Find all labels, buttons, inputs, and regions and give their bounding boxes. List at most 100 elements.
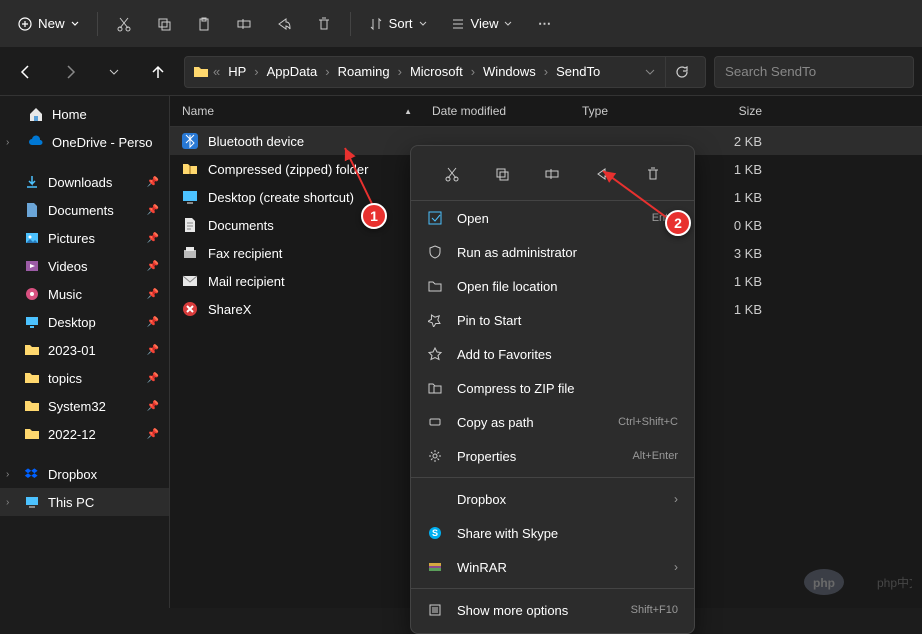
path-icon — [427, 414, 443, 430]
share-button[interactable] — [266, 6, 302, 42]
sidebar-thispc[interactable]: ›This PC — [0, 488, 169, 516]
sidebar-dropbox[interactable]: ›Dropbox — [0, 460, 169, 488]
copy-button[interactable] — [486, 158, 518, 190]
sidebar-item-videos[interactable]: Videos📌 — [0, 252, 169, 280]
new-button[interactable]: New — [8, 10, 89, 37]
recent-button[interactable] — [96, 54, 132, 90]
sidebar-item-documents[interactable]: Documents📌 — [0, 196, 169, 224]
sidebar: Home › OneDrive - Perso Downloads📌 Docum… — [0, 96, 170, 608]
column-type[interactable]: Type — [582, 104, 702, 118]
sharex-icon — [182, 301, 198, 317]
column-date[interactable]: Date modified — [432, 104, 582, 118]
chevron-right-icon[interactable]: › — [6, 497, 9, 508]
cut-button[interactable] — [106, 6, 142, 42]
delete-button[interactable] — [306, 6, 342, 42]
column-headers: Name▲ Date modified Type Size — [170, 96, 922, 127]
chevron-right-icon[interactable]: › — [6, 469, 9, 480]
open-icon — [427, 210, 443, 226]
sort-button[interactable]: Sort — [359, 10, 437, 37]
more-icon — [427, 602, 443, 618]
sidebar-home[interactable]: Home — [0, 100, 169, 128]
search-box[interactable] — [714, 56, 914, 88]
menu-compress-zip[interactable]: Compress to ZIP file — [411, 371, 694, 405]
separator — [411, 588, 694, 589]
cloud-icon — [28, 134, 44, 150]
menu-show-more[interactable]: Show more optionsShift+F10 — [411, 593, 694, 627]
sidebar-item-folder[interactable]: 2023-01📌 — [0, 336, 169, 364]
share-button[interactable] — [587, 158, 619, 190]
view-button[interactable]: View — [441, 10, 523, 37]
separator — [350, 12, 351, 36]
pin-icon: 📌 — [147, 261, 159, 272]
more-button[interactable]: ⋯ — [526, 6, 562, 42]
annotation-badge-2: 2 — [665, 210, 691, 236]
search-input[interactable] — [725, 64, 903, 79]
pin-icon: 📌 — [147, 429, 159, 440]
menu-dropbox[interactable]: Dropbox› — [411, 482, 694, 516]
menu-copy-path[interactable]: Copy as pathCtrl+Shift+C — [411, 405, 694, 439]
folder-icon — [24, 370, 40, 386]
sort-icon — [369, 17, 383, 31]
zip-icon — [182, 161, 198, 177]
sidebar-item-folder[interactable]: System32📌 — [0, 392, 169, 420]
menu-open[interactable]: OpenEnter — [411, 201, 694, 235]
breadcrumb[interactable]: « HP› AppData› Roaming› Microsoft› Windo… — [184, 56, 706, 88]
watermark: phpphp中文网 — [802, 566, 912, 598]
sidebar-item-desktop[interactable]: Desktop📌 — [0, 308, 169, 336]
folder-icon — [193, 64, 209, 80]
pin-icon — [427, 312, 443, 328]
breadcrumb-item[interactable]: Roaming — [334, 62, 394, 81]
sidebar-item-pictures[interactable]: Pictures📌 — [0, 224, 169, 252]
menu-add-favorites[interactable]: Add to Favorites — [411, 337, 694, 371]
menu-winrar[interactable]: WinRAR› — [411, 550, 694, 584]
column-name[interactable]: Name▲ — [182, 104, 432, 118]
breadcrumb-item[interactable]: AppData — [263, 62, 322, 81]
breadcrumb-item[interactable]: Microsoft — [406, 62, 467, 81]
sidebar-item-folder[interactable]: topics📌 — [0, 364, 169, 392]
cut-button[interactable] — [436, 158, 468, 190]
pin-icon: 📌 — [147, 205, 159, 216]
delete-button[interactable] — [637, 158, 669, 190]
chevron-down-icon — [419, 20, 427, 28]
breadcrumb-item[interactable]: Windows — [479, 62, 540, 81]
pictures-icon — [24, 230, 40, 246]
menu-skype[interactable]: SShare with Skype — [411, 516, 694, 550]
sidebar-item-downloads[interactable]: Downloads📌 — [0, 168, 169, 196]
svg-text:php中文网: php中文网 — [877, 575, 912, 590]
menu-run-admin[interactable]: Run as administrator — [411, 235, 694, 269]
menu-properties[interactable]: PropertiesAlt+Enter — [411, 439, 694, 473]
column-size[interactable]: Size — [702, 104, 762, 118]
separator — [97, 12, 98, 36]
document-icon — [24, 202, 40, 218]
copy-button[interactable] — [146, 6, 182, 42]
skype-icon: S — [427, 525, 443, 541]
menu-open-location[interactable]: Open file location — [411, 269, 694, 303]
up-button[interactable] — [140, 54, 176, 90]
rename-button[interactable] — [536, 158, 568, 190]
documents-icon — [182, 217, 198, 233]
sidebar-item-folder[interactable]: 2022-12📌 — [0, 420, 169, 448]
folder-icon — [24, 398, 40, 414]
breadcrumb-dropdown[interactable] — [639, 67, 661, 77]
annotation-badge-1: 1 — [361, 203, 387, 229]
folder-icon — [427, 278, 443, 294]
music-icon — [24, 286, 40, 302]
sidebar-onedrive[interactable]: › OneDrive - Perso — [0, 128, 169, 156]
sidebar-item-music[interactable]: Music📌 — [0, 280, 169, 308]
view-icon — [451, 17, 465, 31]
chevron-down-icon — [504, 20, 512, 28]
rename-button[interactable] — [226, 6, 262, 42]
mail-icon — [182, 273, 198, 289]
winrar-icon — [427, 559, 443, 575]
chevron-right-icon[interactable]: › — [6, 137, 9, 148]
fax-icon — [182, 245, 198, 261]
breadcrumb-item[interactable]: SendTo — [552, 62, 604, 81]
menu-pin-start[interactable]: Pin to Start — [411, 303, 694, 337]
overflow-indicator[interactable]: « — [213, 64, 220, 79]
breadcrumb-item[interactable]: HP — [224, 62, 250, 81]
refresh-button[interactable] — [665, 56, 697, 88]
pin-icon: 📌 — [147, 289, 159, 300]
forward-button[interactable] — [52, 54, 88, 90]
paste-button[interactable] — [186, 6, 222, 42]
back-button[interactable] — [8, 54, 44, 90]
